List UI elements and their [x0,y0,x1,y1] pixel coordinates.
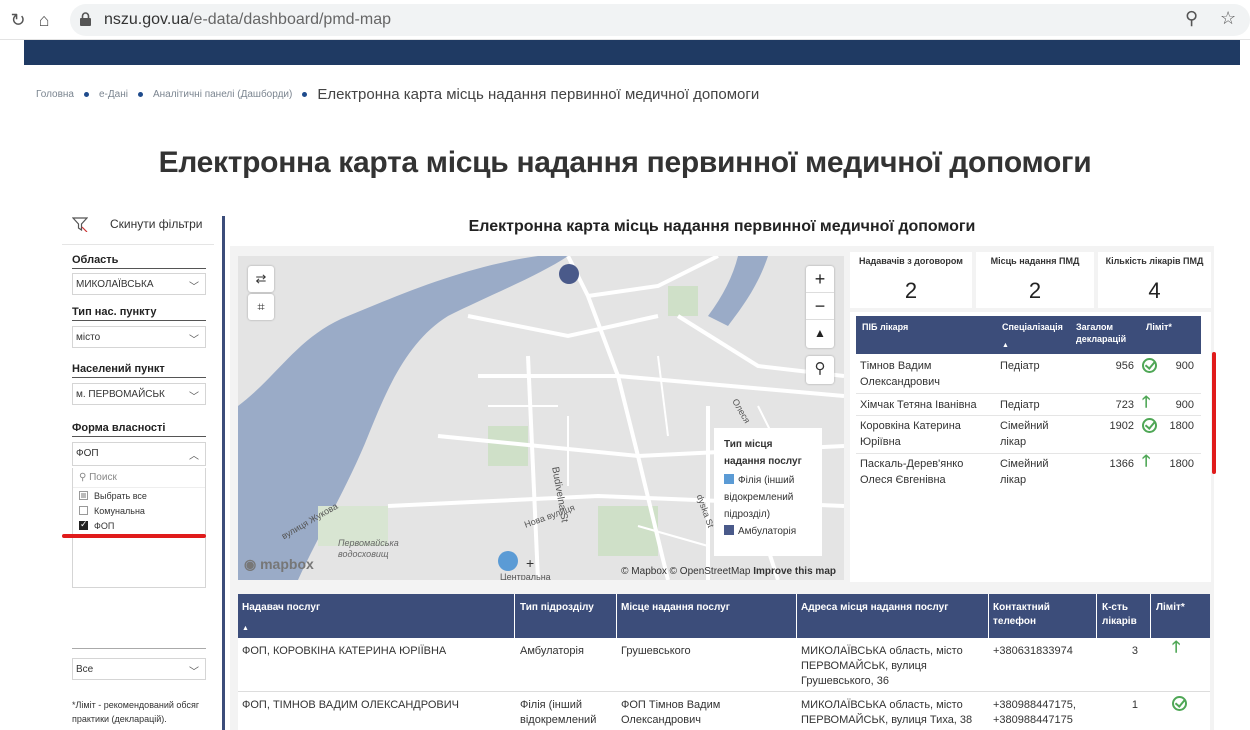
filter-panel: Скинути фільтри Область МИКОЛАЇВСЬКА ﹀ Ти… [62,208,214,730]
chevron-up-icon: ︿ [189,451,199,462]
map-attribution[interactable]: © Mapbox © OpenStreetMap Improve this ma… [621,566,836,577]
col-provider[interactable]: Надавач послуг [242,601,320,615]
arrow-up-icon: 🡑 [1172,639,1181,656]
col-place[interactable]: Місце надання послуг [621,601,730,615]
legend-swatch-ambulatory [724,525,734,535]
compass-button[interactable]: ▲ [806,320,834,347]
col-limit[interactable]: Ліміт* [1146,321,1172,333]
browser-toolbar: ↻ ⌂ nszu.gov.ua/e-data/dashboard/pmd-map… [0,0,1250,40]
arrow-up-icon: 🡑 [1142,394,1151,411]
option-fop[interactable]: ФОП [73,518,205,533]
sort-icon: ▲ [1002,342,1009,349]
bookmark-star-icon[interactable]: ☆ [1220,8,1236,29]
col-phone[interactable]: Контактний телефон [993,601,1083,629]
reset-filters-button[interactable]: Скинути фільтри [72,216,203,232]
dropdown-search-input[interactable]: ⚲ Поиск [73,468,205,488]
svg-text:+: + [526,555,534,571]
check-circle-icon [1172,696,1187,711]
table-row[interactable]: Тімнов Вадим Олександрович Педіатр 956 9… [856,356,1201,394]
ambulatory-marker[interactable] [559,264,579,284]
table-row[interactable]: Хімчак Тетяна Іванівна Педіатр 723 🡑 900 [856,394,1201,416]
mapbox-logo[interactable]: ◉ mapbox [244,556,314,573]
chevron-down-icon: ﹀ [189,667,199,678]
page-title: Електронна карта місць надання первинної… [158,146,1092,179]
address-bar[interactable]: nszu.gov.ua/e-data/dashboard/pmd-map ⚲ ☆ [70,4,1250,36]
col-limit[interactable]: Ліміт* [1156,601,1185,615]
settlement-select[interactable]: м. ПЕРВОМАЙСЬК ﹀ [72,383,206,405]
ownership-label: Форма власності [72,422,166,434]
breadcrumb-dashboards[interactable]: Аналітичні панелі (Дашборди) [153,89,292,100]
providers-table-header: Надавач послуг ▲ Тип підрозділу Місце на… [238,594,1210,638]
col-specialization[interactable]: Спеціалізація [1002,321,1063,333]
option-communal[interactable]: Комунальна [73,503,205,518]
kpi-providers: Надавачів з договором 2 [850,252,972,308]
settlement-type-select[interactable]: місто ﹀ [72,326,206,348]
region-select[interactable]: МИКОЛАЇВСЬКА ﹀ [72,273,206,295]
home-icon[interactable]: ⌂ [32,8,56,32]
checkbox[interactable] [79,506,88,515]
table-row[interactable]: ФОП, ТІМНОВ ВАДИМ ОЛЕКСАНДРОВИЧ Філія (і… [238,692,1210,730]
region-label: Область [72,254,119,266]
sort-icon: ▲ [242,625,249,632]
select-tool-icon[interactable]: ⇄ [248,266,274,292]
col-address[interactable]: Адреса місця надання послуг [801,601,948,615]
table-row[interactable]: Коровкіна Катерина Юріївна Сімейний ліка… [856,416,1201,454]
settlement-label: Населений пункт [72,363,165,375]
checkbox-checked[interactable] [79,519,88,530]
zoom-in-button[interactable]: + [806,266,834,293]
doctors-table-header: ПІБ лікаря Спеціалізація ▲ Загалом декла… [856,316,1201,354]
limit-note: *Ліміт - рекомендований обсяг практики (… [72,700,200,724]
option-select-all[interactable]: Выбрать все [73,488,205,503]
col-unit-type[interactable]: Тип підрозділу [520,601,594,615]
map-view[interactable]: + ⇄ ⌗ + − ▲ ⚲ Budivelna St Нова вулиця в… [238,256,844,580]
ownership-dropdown: ⚲ Поиск Выбрать все Комунальна ФОП [72,468,206,588]
kpi-doctors: Кількість лікарів ПМД 4 [1098,252,1211,308]
check-circle-icon [1142,418,1157,433]
breadcrumb-edata[interactable]: е-Дані [99,89,128,100]
map-legend: Тип місця надання послуг Філія (інший ві… [714,428,822,556]
place-label: Центральна [500,572,551,580]
arrow-up-icon: 🡑 [1142,453,1151,470]
doctors-table: ПІБ лікаря Спеціалізація ▲ Загалом декла… [850,312,1211,582]
breadcrumb-home[interactable]: Головна [36,89,74,100]
lock-icon [80,12,91,26]
col-doctor-name[interactable]: ПІБ лікаря [862,321,908,333]
chevron-down-icon: ﹀ [189,282,199,293]
panel-divider [222,216,225,730]
col-doctor-count[interactable]: К-сть лікарів [1102,601,1152,629]
zoom-out-button[interactable]: − [806,293,834,320]
map-search-icon[interactable]: ⚲ [806,356,834,384]
breadcrumb-current: Електронна карта місць надання первинної… [317,86,760,103]
annotation-underline [62,534,206,538]
col-declarations[interactable]: Загалом декларацій [1076,321,1136,345]
filter-icon [72,217,88,232]
chevron-down-icon: ﹀ [189,392,199,403]
bottom-select[interactable]: Все ﹀ [72,658,206,680]
reload-icon[interactable]: ↻ [6,8,30,32]
ownership-select[interactable]: ФОП ︿ [72,442,206,466]
url-text: nszu.gov.ua/e-data/dashboard/pmd-map [104,11,391,28]
site-header-bar [24,40,1240,65]
table-row[interactable]: Паскаль-Дерев'янко Олеся Євгенівна Сімей… [856,454,1201,492]
providers-table: Надавач послуг ▲ Тип підрозділу Місце на… [238,594,1210,730]
annotation-scrollbar-highlight[interactable] [1212,352,1216,474]
checkbox-partial[interactable] [79,491,88,500]
chevron-down-icon: ﹀ [189,335,199,346]
legend-swatch-branch [724,474,734,484]
district-label: Первомайська водосховищ [338,538,399,559]
kpi-places: Місць надання ПМД 2 [976,252,1094,308]
check-circle-icon [1142,358,1157,373]
report-title: Електронна карта місць надання первинної… [230,208,1214,246]
zoom-icon[interactable]: ⚲ [1185,8,1198,29]
report-canvas: Електронна карта місць надання первинної… [230,208,1216,730]
branch-marker[interactable] [498,551,518,571]
zoom-controls: + − ▲ [806,266,834,348]
breadcrumb: Головна е-Дані Аналітичні панелі (Дашбор… [36,86,759,103]
settlement-type-label: Тип нас. пункту [72,306,157,318]
lasso-select-icon[interactable]: ⌗ [248,294,274,320]
table-row[interactable]: ФОП, КОРОВКІНА КАТЕРИНА ЮРІЇВНА Амбулато… [238,638,1210,692]
